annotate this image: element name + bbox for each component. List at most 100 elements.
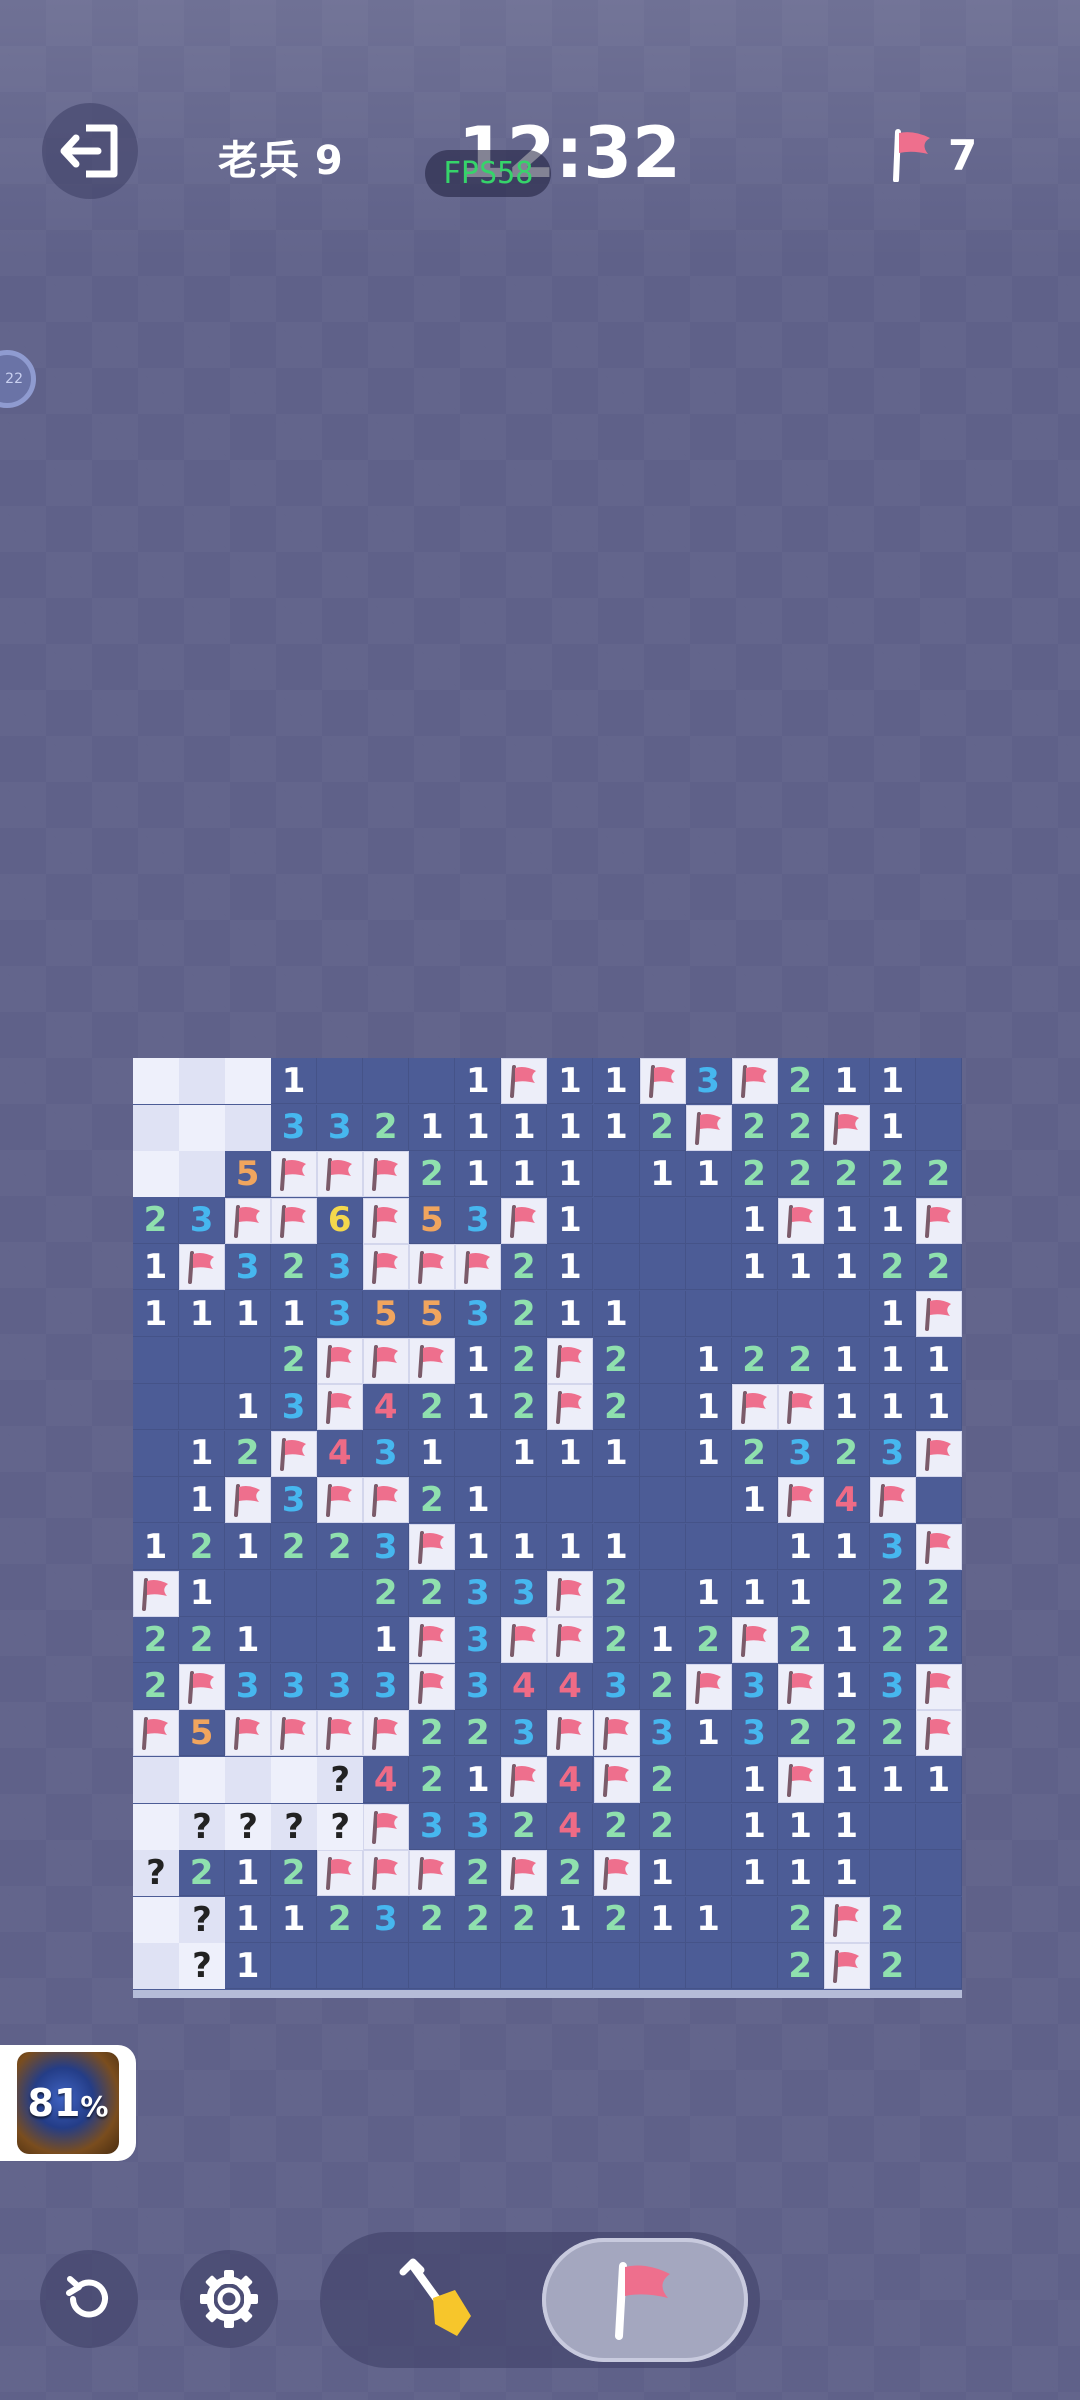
flag-cell[interactable] xyxy=(317,1850,364,1897)
flag-cell[interactable] xyxy=(179,1663,226,1710)
flag-cell[interactable] xyxy=(731,1384,778,1431)
flag-cell[interactable] xyxy=(133,1570,179,1617)
flag-cell[interactable] xyxy=(547,1710,594,1757)
flag-cell[interactable] xyxy=(179,1244,226,1291)
hidden-cell[interactable] xyxy=(179,1151,226,1198)
flag-cell[interactable] xyxy=(409,1617,456,1664)
flag-cell[interactable] xyxy=(547,1384,594,1431)
flag-cell[interactable] xyxy=(317,1477,364,1524)
flag-cell[interactable] xyxy=(271,1430,318,1477)
flag-cell[interactable] xyxy=(409,1663,456,1710)
question-cell[interactable]: ? xyxy=(271,1803,318,1850)
flag-cell[interactable] xyxy=(639,1058,686,1104)
hidden-cell[interactable] xyxy=(225,1104,272,1151)
flag-cell[interactable] xyxy=(731,1058,778,1104)
question-cell[interactable]: ? xyxy=(179,1896,226,1943)
number-cell: 3 xyxy=(271,1384,318,1431)
hidden-cell[interactable] xyxy=(133,1943,179,1990)
flag-cell[interactable] xyxy=(915,1710,962,1757)
flag-cell[interactable] xyxy=(317,1384,364,1431)
hidden-cell[interactable] xyxy=(179,1058,226,1104)
number-cell: 2 xyxy=(271,1524,318,1570)
flag-cell[interactable] xyxy=(547,1617,594,1664)
question-cell[interactable]: ? xyxy=(317,1803,364,1850)
flag-cell[interactable] xyxy=(133,1710,179,1757)
hidden-cell[interactable] xyxy=(133,1104,179,1151)
flag-cell[interactable] xyxy=(409,1850,456,1897)
flag-cell[interactable] xyxy=(501,1617,548,1664)
flag-cell[interactable] xyxy=(363,1477,410,1524)
hidden-cell[interactable] xyxy=(225,1757,272,1803)
flag-cell[interactable] xyxy=(823,1896,870,1943)
flag-cell[interactable] xyxy=(593,1710,640,1757)
flag-cell[interactable] xyxy=(501,1058,548,1104)
flag-cell[interactable] xyxy=(915,1197,962,1244)
flag-cell[interactable] xyxy=(547,1570,594,1617)
flag-cell[interactable] xyxy=(823,1104,870,1151)
flag-cell[interactable] xyxy=(317,1337,364,1384)
question-cell[interactable]: ? xyxy=(225,1803,272,1850)
flag-cell[interactable] xyxy=(547,1337,594,1384)
flag-cell[interactable] xyxy=(777,1197,824,1244)
question-cell[interactable]: ? xyxy=(317,1757,364,1803)
flag-cell[interactable] xyxy=(363,1710,410,1757)
dig-mode-button[interactable] xyxy=(360,2246,510,2354)
hidden-cell[interactable] xyxy=(179,1757,226,1803)
settings-button[interactable] xyxy=(180,2250,278,2348)
flag-cell[interactable] xyxy=(501,1757,548,1803)
flag-cell[interactable] xyxy=(777,1384,824,1431)
flag-cell[interactable] xyxy=(363,1337,410,1384)
flag-cell[interactable] xyxy=(271,1710,318,1757)
flag-cell[interactable] xyxy=(593,1757,640,1803)
question-cell[interactable]: ? xyxy=(133,1850,179,1897)
hidden-cell[interactable] xyxy=(225,1058,272,1104)
number-cell: 3 xyxy=(501,1570,548,1617)
flag-cell[interactable] xyxy=(915,1663,962,1710)
flag-cell[interactable] xyxy=(317,1151,364,1198)
minesweeper-board[interactable]: 1111321133211111222152111112222223653111… xyxy=(133,1058,962,1990)
progress-badge[interactable]: 81% xyxy=(0,2045,136,2161)
question-cell[interactable]: ? xyxy=(179,1943,226,1990)
hidden-cell[interactable] xyxy=(133,1896,179,1943)
flag-cell[interactable] xyxy=(915,1524,962,1570)
flag-cell[interactable] xyxy=(363,1244,410,1291)
flag-cell[interactable] xyxy=(409,1244,456,1291)
flag-cell[interactable] xyxy=(363,1850,410,1897)
flag-cell[interactable] xyxy=(685,1663,732,1710)
flag-cell[interactable] xyxy=(225,1710,272,1757)
hidden-cell[interactable] xyxy=(133,1058,179,1104)
flag-mode-button[interactable] xyxy=(542,2238,748,2362)
question-cell[interactable]: ? xyxy=(179,1803,226,1850)
flag-cell[interactable] xyxy=(915,1291,962,1337)
flag-cell[interactable] xyxy=(731,1617,778,1664)
flag-cell[interactable] xyxy=(777,1757,824,1803)
flag-cell[interactable] xyxy=(685,1104,732,1151)
hidden-cell[interactable] xyxy=(179,1104,226,1151)
flag-cell[interactable] xyxy=(363,1151,410,1198)
flag-cell[interactable] xyxy=(823,1943,870,1990)
flag-cell[interactable] xyxy=(501,1850,548,1897)
flag-cell[interactable] xyxy=(363,1803,410,1850)
flag-cell[interactable] xyxy=(869,1477,916,1524)
flag-cell[interactable] xyxy=(593,1850,640,1897)
flag-cell[interactable] xyxy=(409,1524,456,1570)
flag-cell[interactable] xyxy=(317,1710,364,1757)
side-badge[interactable]: 22 xyxy=(0,350,36,408)
flag-cell[interactable] xyxy=(363,1197,410,1244)
flag-cell[interactable] xyxy=(409,1337,456,1384)
flag-cell[interactable] xyxy=(455,1244,502,1291)
flag-cell[interactable] xyxy=(271,1197,318,1244)
flag-cell[interactable] xyxy=(777,1663,824,1710)
restart-button[interactable] xyxy=(40,2250,138,2348)
flag-cell[interactable] xyxy=(915,1430,962,1477)
hidden-cell[interactable] xyxy=(133,1151,179,1198)
hidden-cell[interactable] xyxy=(133,1757,179,1803)
flag-cell[interactable] xyxy=(271,1151,318,1198)
flag-cell[interactable] xyxy=(225,1197,272,1244)
flag-cell[interactable] xyxy=(501,1197,548,1244)
exit-button[interactable] xyxy=(42,103,138,199)
hidden-cell[interactable] xyxy=(133,1803,179,1850)
flag-cell[interactable] xyxy=(225,1477,272,1524)
flag-cell[interactable] xyxy=(777,1477,824,1524)
hidden-cell[interactable] xyxy=(271,1757,318,1803)
